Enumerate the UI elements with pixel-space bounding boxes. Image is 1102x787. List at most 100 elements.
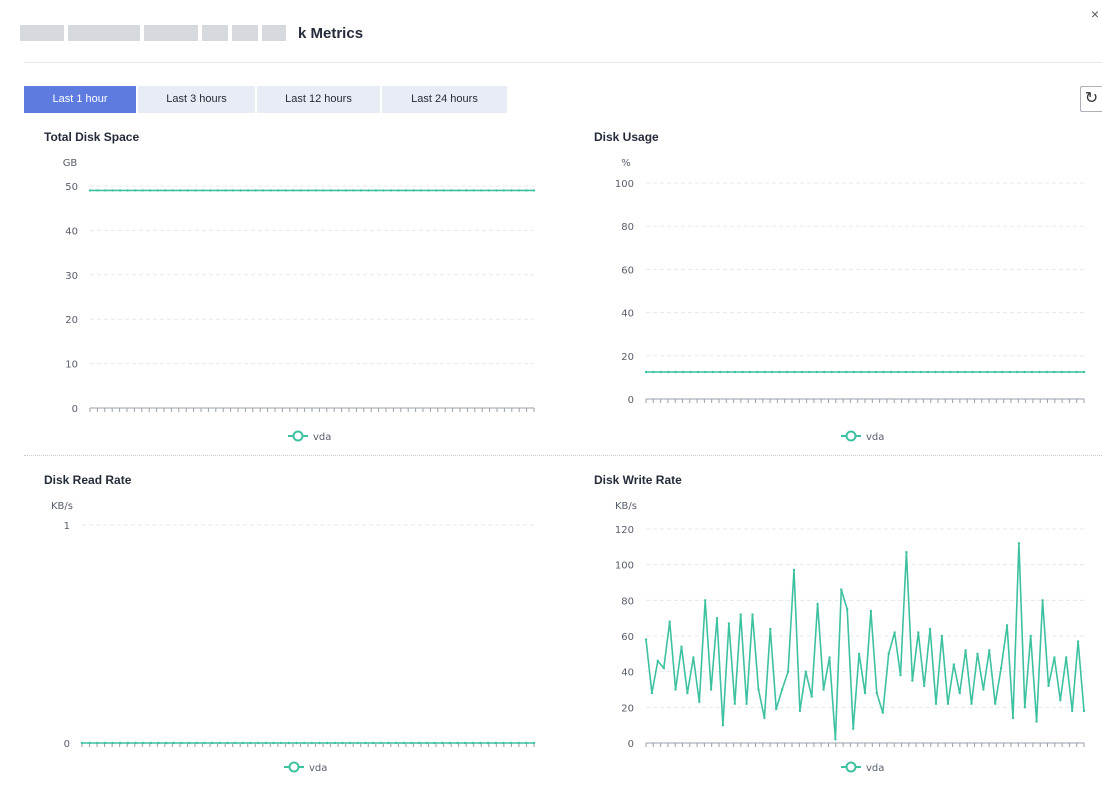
data-point (389, 189, 393, 192)
data-point (1001, 370, 1004, 374)
data-point (748, 370, 752, 374)
chart-title: Disk Read Rate (44, 473, 132, 487)
data-point (394, 741, 398, 745)
data-point (970, 702, 973, 705)
data-point (711, 370, 714, 374)
redacted-block (232, 25, 258, 41)
data-point (517, 741, 520, 745)
data-point (96, 741, 99, 745)
data-point (1059, 699, 1062, 702)
legend-marker (845, 430, 857, 442)
data-point (352, 189, 355, 192)
data-point (751, 613, 754, 616)
data-point (280, 741, 283, 745)
data-point (284, 189, 287, 192)
data-point (310, 741, 313, 745)
data-point (709, 688, 713, 691)
data-point (1053, 656, 1056, 659)
data-point (1017, 542, 1021, 545)
data-point (440, 741, 444, 745)
legend-marker (288, 761, 300, 773)
data-point (329, 189, 332, 192)
data-point (517, 189, 521, 192)
data-point (1045, 370, 1049, 374)
data-point (887, 652, 890, 655)
chart-panel-disk-write-rate: Disk Write Rate KB/s 0 20 40 60 80 100 120 vda (594, 473, 1102, 783)
data-point (480, 189, 483, 192)
y-tick-label: 1 (64, 521, 70, 532)
data-point (457, 189, 460, 192)
data-point (502, 189, 506, 192)
data-point (1071, 709, 1074, 713)
data-point (971, 370, 974, 374)
redacted-block (68, 25, 140, 41)
data-point (689, 370, 692, 374)
data-point (1038, 370, 1041, 374)
redacted-block (144, 25, 198, 41)
tab-last-3-hours[interactable]: Last 3 hours (138, 86, 255, 113)
data-point (993, 370, 997, 374)
dialog-title: k Metrics (298, 24, 364, 42)
data-point (412, 189, 415, 192)
data-point (1065, 656, 1068, 659)
data-point (134, 189, 137, 192)
data-point (686, 691, 689, 695)
data-point (234, 741, 237, 745)
data-point (727, 622, 731, 625)
tab-last-12-hours[interactable]: Last 12 hours (257, 86, 380, 113)
data-point (899, 674, 902, 677)
chart-panel-total-disk-space: Total Disk Space GB 0 10 20 30 40 50 vda (44, 130, 584, 443)
y-axis-unit: KB/s (51, 501, 73, 512)
data-point (337, 189, 340, 192)
data-point (845, 370, 848, 374)
data-point (786, 670, 790, 673)
data-point (532, 189, 536, 192)
chart-disk-write-rate: KB/s 0 20 40 60 80 100 120 vda (615, 501, 1086, 774)
data-point (659, 370, 662, 374)
data-point (525, 189, 528, 192)
data-point (188, 741, 191, 745)
tab-last-24-hours[interactable]: Last 24 hours (382, 86, 507, 113)
data-point (171, 189, 174, 192)
redacted-block (20, 25, 64, 41)
data-point (96, 189, 99, 192)
data-point (780, 688, 784, 691)
data-point (988, 649, 991, 652)
data-point (823, 370, 826, 374)
data-point (757, 688, 760, 691)
data-point (111, 189, 114, 192)
data-point (261, 189, 265, 192)
legend-marker (845, 761, 857, 773)
y-tick-label: 10 (65, 360, 78, 371)
data-point (201, 189, 205, 192)
data-point (881, 711, 884, 714)
y-tick-label: 0 (64, 739, 70, 750)
data-point (860, 370, 863, 374)
y-axis-unit: % (621, 158, 631, 169)
data-point (964, 370, 967, 374)
data-point (318, 741, 321, 745)
data-point (382, 189, 385, 192)
data-point (650, 691, 654, 695)
data-point (276, 189, 280, 192)
tab-last-1-hour[interactable]: Last 1 hour (24, 86, 136, 113)
redacted-block (202, 25, 228, 41)
refresh-icon[interactable]: ↻ (1080, 86, 1102, 112)
data-point (433, 741, 436, 745)
data-point (946, 702, 950, 705)
data-point (333, 741, 336, 745)
series-line-vda (645, 543, 1085, 740)
data-point (912, 370, 915, 374)
close-icon[interactable]: × (1088, 6, 1102, 26)
chart-panel-disk-usage: Disk Usage % 0 20 40 60 80 100 vda (594, 130, 1102, 443)
data-point (348, 741, 352, 745)
data-point (763, 370, 766, 374)
data-point (769, 627, 772, 631)
data-point (450, 189, 453, 192)
data-point (667, 370, 670, 374)
data-point (852, 370, 856, 374)
data-point (999, 666, 1003, 670)
data-point (295, 741, 298, 745)
data-point (494, 741, 497, 745)
data-point (1068, 370, 1071, 374)
